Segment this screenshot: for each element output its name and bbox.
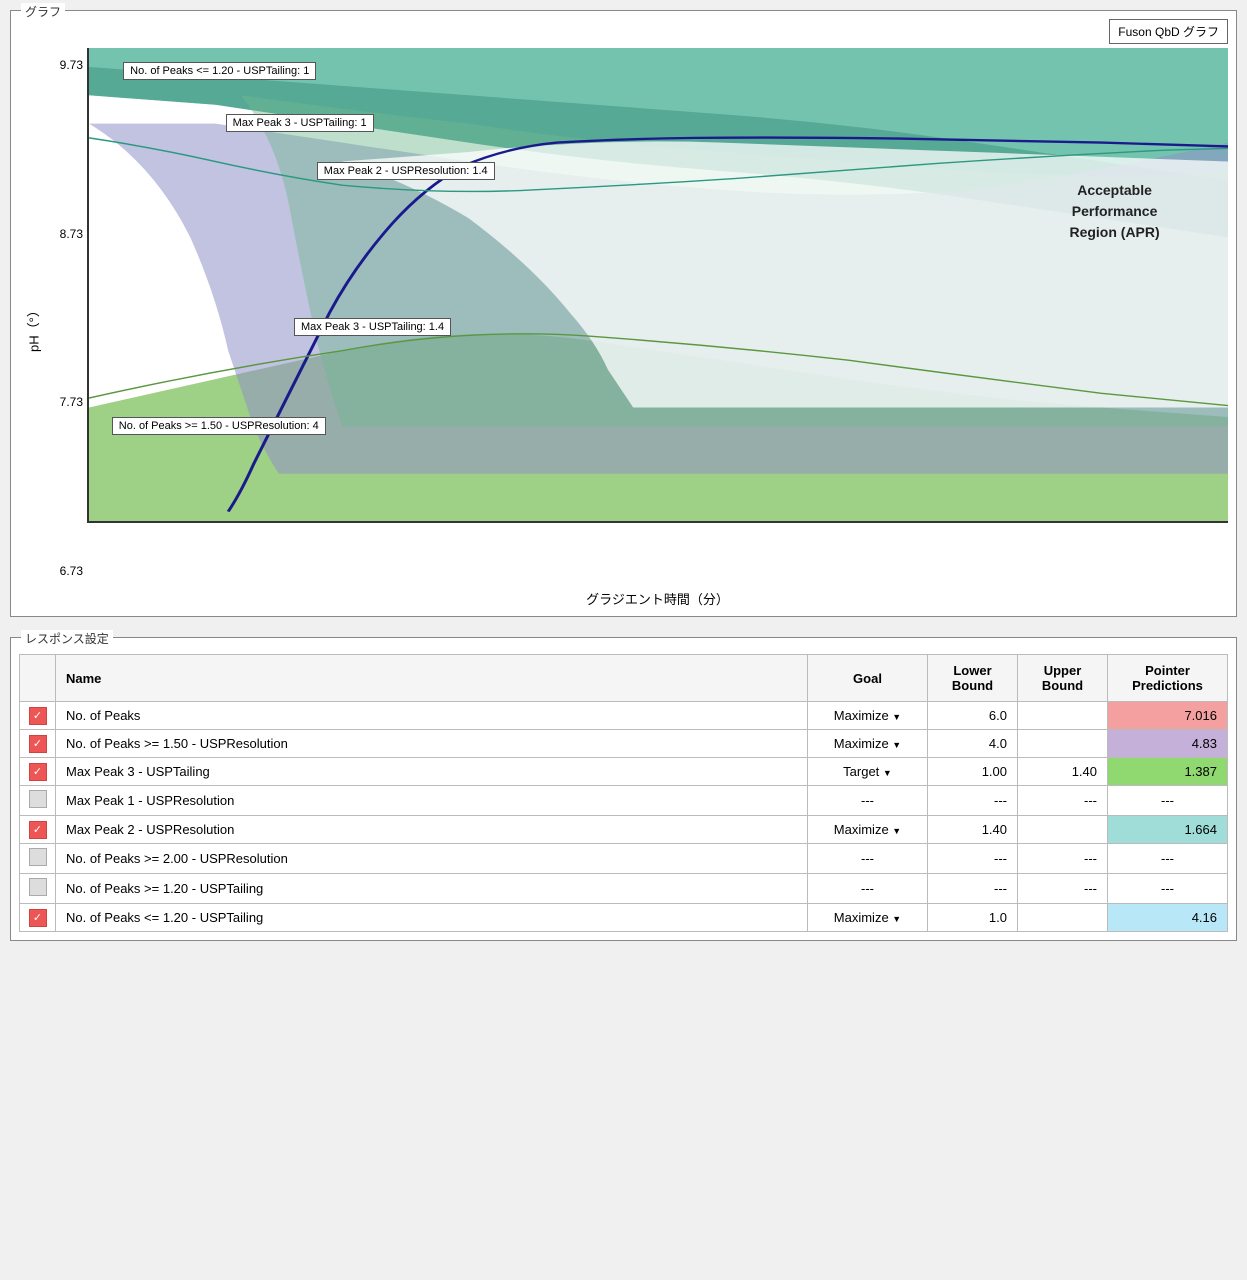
row-name: Max Peak 3 - USPTailing — [56, 758, 808, 786]
row-name: No. of Peaks <= 1.20 - USPTailing — [56, 904, 808, 932]
annotation-peak3-14: Max Peak 3 - USPTailing: 1.4 — [294, 318, 451, 336]
checkbox-cell[interactable] — [20, 786, 56, 816]
row-prediction: 1.387 — [1108, 758, 1228, 786]
checkbox-unchecked-icon[interactable] — [29, 790, 47, 808]
row-goal: --- — [808, 874, 928, 904]
y-axis-label: pH（°） — [19, 48, 49, 608]
col-upper-bound: UpperBound — [1018, 655, 1108, 702]
checkbox-cell[interactable] — [20, 874, 56, 904]
row-lower-bound: --- — [928, 874, 1018, 904]
row-prediction: --- — [1108, 874, 1228, 904]
row-prediction: --- — [1108, 786, 1228, 816]
chart-area: pH（°） 9.73 8.73 7.73 6.73 — [19, 48, 1228, 608]
table-row: No. of Peaks >= 2.00 - USPResolution----… — [20, 844, 1228, 874]
row-upper-bound: --- — [1018, 786, 1108, 816]
annotation-peaks-150: No. of Peaks >= 1.50 - USPResolution: 4 — [112, 417, 326, 435]
row-goal: --- — [808, 786, 928, 816]
row-upper-bound — [1018, 702, 1108, 730]
apr-label: AcceptablePerformanceRegion (APR) — [1069, 180, 1159, 243]
checkbox-checked-icon[interactable]: ✓ — [29, 763, 47, 781]
x-axis-label: グラジエント時間（分） — [87, 589, 1228, 608]
annotation-peak3-1: Max Peak 3 - USPTailing: 1 — [226, 114, 374, 132]
row-lower-bound: --- — [928, 786, 1018, 816]
checkbox-cell[interactable]: ✓ — [20, 702, 56, 730]
response-table: Name Goal LowerBound UpperBound PointerP… — [19, 654, 1228, 932]
checkbox-checked-icon[interactable]: ✓ — [29, 821, 47, 839]
row-goal: --- — [808, 844, 928, 874]
row-upper-bound — [1018, 816, 1108, 844]
row-lower-bound: 1.40 — [928, 816, 1018, 844]
table-row: Max Peak 1 - USPResolution------------ — [20, 786, 1228, 816]
row-name: No. of Peaks >= 2.00 - USPResolution — [56, 844, 808, 874]
row-lower-bound: 4.0 — [928, 730, 1018, 758]
checkbox-unchecked-icon[interactable] — [29, 848, 47, 866]
row-name: No. of Peaks >= 1.20 - USPTailing — [56, 874, 808, 904]
table-row: ✓ No. of PeaksMaximize ▼6.0 7.016 — [20, 702, 1228, 730]
chart-plot: No. of Peaks <= 1.20 - USPTailing: 1 Max… — [87, 48, 1228, 523]
row-upper-bound: --- — [1018, 874, 1108, 904]
col-name: Name — [56, 655, 808, 702]
graph-section-title: グラフ — [21, 3, 65, 20]
row-prediction: 1.664 — [1108, 816, 1228, 844]
annotation-peaks-1: No. of Peaks <= 1.20 - USPTailing: 1 — [123, 62, 316, 80]
row-name: Max Peak 2 - USPResolution — [56, 816, 808, 844]
row-upper-bound: --- — [1018, 844, 1108, 874]
row-prediction: 7.016 — [1108, 702, 1228, 730]
graph-header: Fuson QbD グラフ — [19, 19, 1228, 44]
table-row: No. of Peaks >= 1.20 - USPTailing-------… — [20, 874, 1228, 904]
row-name: No. of Peaks >= 1.50 - USPResolution — [56, 730, 808, 758]
row-lower-bound: 6.0 — [928, 702, 1018, 730]
row-name: Max Peak 1 - USPResolution — [56, 786, 808, 816]
annotation-peak2-res: Max Peak 2 - USPResolution: 1.4 — [317, 162, 495, 180]
checkbox-cell[interactable]: ✓ — [20, 904, 56, 932]
row-upper-bound: 1.40 — [1018, 758, 1108, 786]
col-goal: Goal — [808, 655, 928, 702]
checkbox-cell[interactable]: ✓ — [20, 730, 56, 758]
row-lower-bound: 1.0 — [928, 904, 1018, 932]
response-section-title: レスポンス設定 — [21, 630, 113, 647]
row-goal[interactable]: Target ▼ — [808, 758, 928, 786]
checkbox-checked-icon[interactable]: ✓ — [29, 909, 47, 927]
row-goal[interactable]: Maximize ▼ — [808, 816, 928, 844]
response-table-wrapper: Name Goal LowerBound UpperBound PointerP… — [19, 654, 1228, 932]
col-pointer-predictions: PointerPredictions — [1108, 655, 1228, 702]
row-lower-bound: --- — [928, 844, 1018, 874]
checkbox-cell[interactable]: ✓ — [20, 758, 56, 786]
response-table-body: ✓No. of PeaksMaximize ▼6.07.016✓No. of P… — [20, 702, 1228, 932]
checkbox-cell[interactable] — [20, 844, 56, 874]
table-row: ✓ Max Peak 2 - USPResolutionMaximize ▼1.4… — [20, 816, 1228, 844]
row-name: No. of Peaks — [56, 702, 808, 730]
checkbox-checked-icon[interactable]: ✓ — [29, 735, 47, 753]
y-axis-ticks: 9.73 8.73 7.73 6.73 — [49, 48, 87, 608]
col-checkbox — [20, 655, 56, 702]
y-tick-3: 7.73 — [49, 395, 83, 409]
graph-section: グラフ Fuson QbD グラフ pH（°） 9.73 8.73 7.73 6… — [10, 10, 1237, 617]
y-tick-4: 6.73 — [49, 564, 83, 578]
y-tick-2: 8.73 — [49, 227, 83, 241]
row-prediction: 4.83 — [1108, 730, 1228, 758]
y-tick-1: 9.73 — [49, 58, 83, 72]
response-section: レスポンス設定 Name Goal LowerBound UpperBound … — [10, 637, 1237, 941]
row-upper-bound — [1018, 904, 1108, 932]
table-header-row: Name Goal LowerBound UpperBound PointerP… — [20, 655, 1228, 702]
row-prediction: 4.16 — [1108, 904, 1228, 932]
fuson-label: Fuson QbD グラフ — [1109, 19, 1228, 44]
row-upper-bound — [1018, 730, 1108, 758]
col-lower-bound: LowerBound — [928, 655, 1018, 702]
checkbox-cell[interactable]: ✓ — [20, 816, 56, 844]
table-row: ✓ No. of Peaks >= 1.50 - USPResolutionMax… — [20, 730, 1228, 758]
main-container: グラフ Fuson QbD グラフ pH（°） 9.73 8.73 7.73 6… — [0, 0, 1247, 951]
checkbox-checked-icon[interactable]: ✓ — [29, 707, 47, 725]
row-prediction: --- — [1108, 844, 1228, 874]
row-goal[interactable]: Maximize ▼ — [808, 702, 928, 730]
row-lower-bound: 1.00 — [928, 758, 1018, 786]
row-goal[interactable]: Maximize ▼ — [808, 730, 928, 758]
checkbox-unchecked-icon[interactable] — [29, 878, 47, 896]
table-row: ✓ No. of Peaks <= 1.20 - USPTailingMaximi… — [20, 904, 1228, 932]
row-goal[interactable]: Maximize ▼ — [808, 904, 928, 932]
table-row: ✓ Max Peak 3 - USPTailingTarget ▼1.001.40… — [20, 758, 1228, 786]
